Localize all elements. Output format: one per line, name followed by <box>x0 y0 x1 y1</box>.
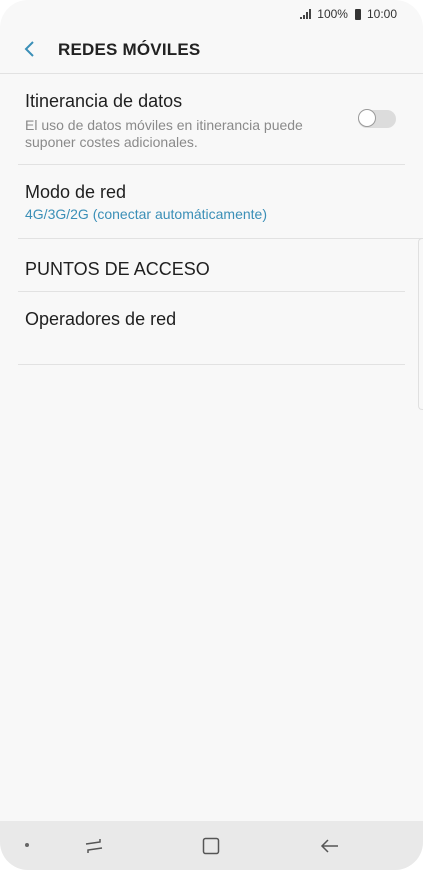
back-button[interactable] <box>20 38 40 60</box>
dot-icon <box>25 843 29 847</box>
toggle-knob <box>358 109 376 127</box>
recent-apps-button[interactable] <box>81 833 107 859</box>
signal-icon <box>300 9 312 19</box>
roaming-setting[interactable]: Itinerancia de datos El uso de datos móv… <box>0 74 423 165</box>
phone-screen: 100% 10:00 REDES MÓVILES Itinerancia de … <box>0 0 423 870</box>
network-operators-setting[interactable]: Operadores de red <box>0 292 423 365</box>
network-mode-title: Modo de red <box>25 182 127 202</box>
status-bar: 100% 10:00 <box>0 0 423 28</box>
recent-apps-icon <box>85 839 103 853</box>
battery-icon <box>354 8 361 20</box>
home-icon <box>202 837 220 855</box>
network-operators-title: Operadores de red <box>25 309 177 329</box>
divider <box>18 364 405 365</box>
home-button[interactable] <box>198 833 224 859</box>
network-mode-value: 4G/3G/2G (conectar automáticamente) <box>25 206 267 222</box>
clock: 10:00 <box>366 7 397 21</box>
app-header: REDES MÓVILES <box>0 28 423 72</box>
battery-percent: 100% <box>317 7 348 21</box>
roaming-toggle[interactable] <box>358 109 396 128</box>
chevron-left-icon <box>24 41 34 57</box>
back-nav-button[interactable] <box>317 833 343 859</box>
roaming-description: El uso de datos móviles en itinerancia p… <box>25 117 303 150</box>
access-points-setting[interactable]: PUNTOS DE ACCESO <box>0 239 423 292</box>
navigation-bar <box>0 821 423 870</box>
network-mode-setting[interactable]: Modo de red 4G/3G/2G (conectar automátic… <box>0 165 423 239</box>
access-points-title: PUNTOS DE ACCESO <box>25 259 210 279</box>
page-title: REDES MÓVILES <box>58 40 201 59</box>
back-arrow-icon <box>320 839 338 853</box>
settings-list: Itinerancia de datos El uso de datos móv… <box>0 74 423 365</box>
edge-panel-handle[interactable] <box>418 238 423 410</box>
